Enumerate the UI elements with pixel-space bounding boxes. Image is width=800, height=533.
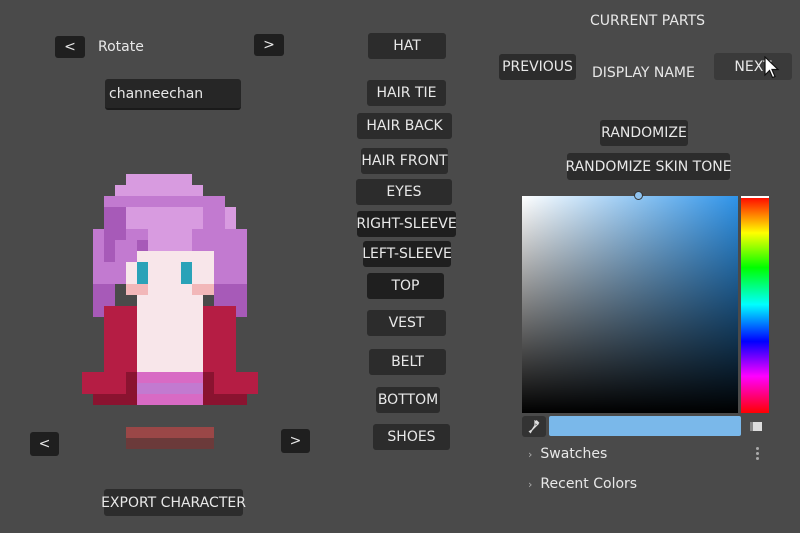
- vest-pixel: [203, 306, 236, 372]
- sprite-next-button[interactable]: >: [281, 429, 310, 453]
- eye-pixel: [137, 262, 148, 284]
- randomize-skin-tone-button[interactable]: RANDOMIZE SKIN TONE: [565, 153, 732, 180]
- part-button-hair-front[interactable]: HAIR FRONT: [361, 148, 448, 174]
- eyedropper-button[interactable]: [522, 416, 546, 437]
- hue-slider[interactable]: [741, 196, 769, 413]
- vest-pixel: [104, 306, 137, 372]
- blush-pixel: [192, 284, 214, 295]
- vest-pixel: [126, 372, 137, 405]
- part-button-hair-back[interactable]: HAIR BACK: [357, 113, 452, 139]
- eyedropper-icon: [528, 419, 540, 433]
- export-character-button[interactable]: EXPORT CHARACTER: [101, 489, 246, 516]
- part-button-eyes[interactable]: EYES: [356, 179, 452, 205]
- previous-button[interactable]: PREVIOUS: [499, 54, 576, 80]
- swatches-label: Swatches: [540, 446, 608, 462]
- name-input[interactable]: channeechan: [105, 79, 241, 110]
- chevron-right-icon: ›: [528, 478, 533, 491]
- vest-pixel: [214, 394, 247, 405]
- part-button-hair-tie[interactable]: HAIR TIE: [367, 80, 446, 106]
- rotate-next-button[interactable]: >: [254, 34, 284, 56]
- color-saturation-value-square[interactable]: [522, 196, 738, 413]
- swatches-section[interactable]: › Swatches: [528, 446, 607, 462]
- next-button[interactable]: NEXT: [714, 53, 792, 80]
- part-button-vest[interactable]: VEST: [367, 310, 446, 336]
- top-pixel: [137, 295, 203, 317]
- skirt-pixel: [137, 383, 203, 394]
- recent-colors-label: Recent Colors: [540, 476, 638, 492]
- hair-pixel: [115, 185, 203, 196]
- character-sprite: [82, 174, 258, 449]
- kebab-menu-icon[interactable]: [756, 447, 760, 461]
- rotate-label: Rotate: [98, 39, 144, 55]
- part-button-bottom[interactable]: BOTTOM: [376, 387, 440, 413]
- blush-pixel: [126, 284, 148, 295]
- current-parts-title: CURRENT PARTS: [590, 13, 706, 29]
- vest-pixel: [203, 372, 214, 405]
- part-button-hat[interactable]: HAT: [368, 33, 446, 59]
- display-name-label: DISPLAY NAME: [592, 65, 695, 81]
- bangs-pixel: [115, 240, 137, 262]
- randomize-button[interactable]: RANDOMIZE: [600, 120, 688, 146]
- eye-pixel: [181, 262, 192, 284]
- shadow-pixel: [126, 438, 214, 449]
- sprite-prev-button[interactable]: <: [30, 432, 59, 456]
- part-button-shoes[interactable]: SHOES: [373, 424, 450, 450]
- part-button-belt[interactable]: BELT: [369, 349, 446, 375]
- color-picker-cursor[interactable]: [634, 191, 643, 200]
- part-button-top[interactable]: TOP: [367, 273, 444, 299]
- part-button-left-sleeve[interactable]: LEFT-SLEEVE: [362, 241, 452, 267]
- bangs-pixel: [137, 240, 148, 251]
- color-preview-field[interactable]: [549, 416, 741, 436]
- bangs-pixel: [148, 229, 192, 251]
- hair-pixel: [104, 196, 225, 207]
- vest-pixel: [214, 372, 258, 394]
- vest-pixel: [93, 394, 126, 405]
- shoes-pixel: [126, 427, 214, 438]
- recent-colors-section[interactable]: › Recent Colors: [528, 476, 637, 492]
- mouse-cursor-icon: [764, 56, 780, 79]
- vest-pixel: [82, 372, 126, 394]
- hair-pixel: [203, 207, 225, 251]
- part-button-right-sleeve[interactable]: RIGHT-SLEEVE: [356, 211, 457, 237]
- chevron-right-icon: ›: [528, 448, 533, 461]
- hair-pixel: [126, 174, 192, 185]
- rotate-prev-button[interactable]: <: [55, 36, 85, 58]
- hue-slider-handle[interactable]: [741, 196, 769, 198]
- color-preview-toggle-icon[interactable]: [750, 422, 762, 431]
